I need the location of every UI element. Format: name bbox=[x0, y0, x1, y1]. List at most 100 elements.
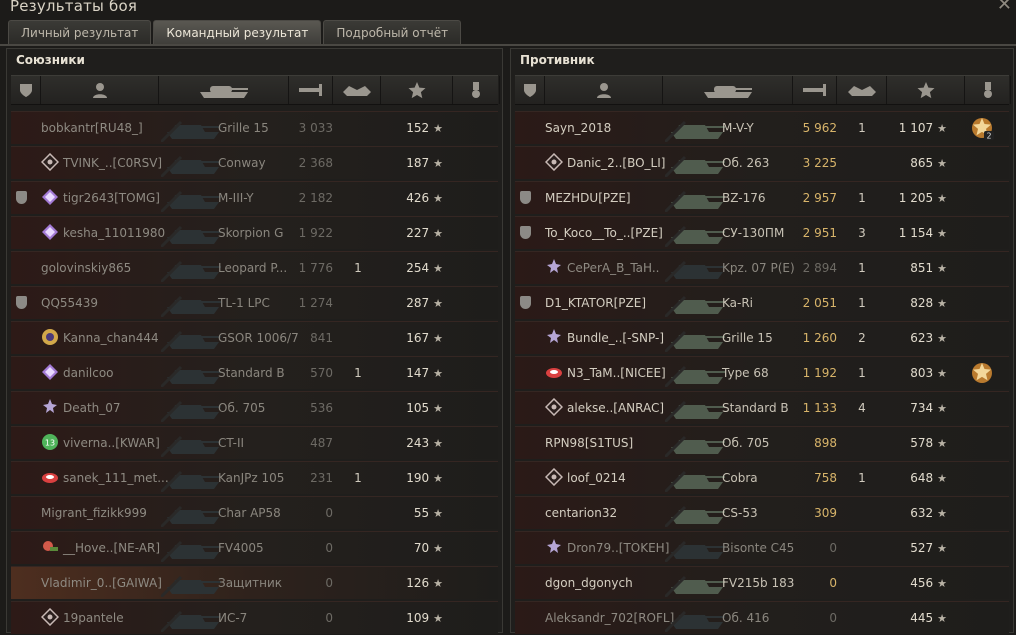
player-row[interactable]: D1_KTATOR[PZE] Ka-Ri 2 051 1 828 ★ bbox=[515, 286, 1009, 319]
star-icon: ★ bbox=[433, 542, 443, 555]
tab-personal[interactable]: Личный результат bbox=[8, 20, 152, 45]
player-row[interactable]: MEZHDU[PZE] BZ-176 2 957 1 1 205 ★ bbox=[515, 181, 1009, 214]
tab-detailed[interactable]: Подробный отчёт bbox=[323, 20, 462, 45]
column-header-tank-icon[interactable] bbox=[663, 76, 793, 104]
player-name[interactable]: MEZHDU[PZE] bbox=[545, 182, 631, 214]
tank-icon bbox=[159, 505, 221, 529]
player-name[interactable]: dgon_dgonych bbox=[545, 567, 633, 599]
player-name[interactable]: Vladimir_0..[GAIWA] bbox=[41, 567, 162, 599]
damage-value: 5 962 bbox=[802, 121, 837, 135]
achievement-medal[interactable]: 2 bbox=[969, 115, 995, 141]
tank-image bbox=[159, 359, 223, 389]
column-header-kills-icon[interactable] bbox=[333, 76, 381, 104]
player-row[interactable]: danilcoo Standard B 570 1 147 ★ bbox=[11, 356, 498, 389]
achievement-medal[interactable] bbox=[969, 360, 995, 386]
player-row[interactable]: RPN98[S1TUS] Об. 705 898 578 ★ bbox=[515, 426, 1009, 459]
damage-value: 0 bbox=[829, 541, 837, 555]
player-row[interactable]: Kanna_chan444 GSOR 1006/7 841 167 ★ bbox=[11, 321, 498, 354]
player-name[interactable]: Migrant_fizikk999 bbox=[41, 497, 147, 529]
player-name[interactable]: TVINK_..[C0RSV] bbox=[63, 147, 162, 179]
tank-image bbox=[159, 324, 223, 354]
tab-team[interactable]: Командный результат bbox=[153, 20, 322, 45]
player-name[interactable]: QQ55439 bbox=[41, 287, 98, 319]
player-row[interactable]: dgon_dgonych FV215b 183 0 456 ★ bbox=[515, 566, 1009, 599]
player-row[interactable]: Dron79..[TOKEH] Bisonte C45 0 527 ★ bbox=[515, 531, 1009, 564]
experience-cell: 243 ★ bbox=[383, 427, 443, 459]
player-row[interactable]: tigr2643[TOMG] M-III-Y 2 182 426 ★ bbox=[11, 181, 498, 214]
player-name[interactable]: bobkantr[RU48_] bbox=[41, 112, 143, 144]
column-header-player-icon[interactable] bbox=[41, 76, 159, 104]
player-name[interactable]: Kanna_chan444 bbox=[63, 322, 159, 354]
column-header-player-icon[interactable] bbox=[545, 76, 663, 104]
player-name[interactable]: 19pantele bbox=[63, 602, 124, 634]
player-row[interactable]: Vladimir_0..[GAIWA] Защитник 0 126 ★ bbox=[11, 566, 498, 599]
player-row[interactable]: To_Koco__To_..[PZE] СУ-130ПМ 2 951 3 1 154 ★ bbox=[515, 216, 1009, 249]
star-icon: ★ bbox=[937, 472, 947, 485]
player-name[interactable]: Aleksandr_702[ROFL] bbox=[545, 602, 674, 634]
tank-image bbox=[663, 254, 727, 284]
player-row[interactable]: kesha_11011980 Skorpion G1 922 227 ★ bbox=[11, 216, 498, 249]
player-row[interactable]: alekse..[ANRAC] Standard B1 133 4 734 ★ bbox=[515, 391, 1009, 424]
player-row[interactable]: 19pantele ИС-7 0 109 ★ bbox=[11, 601, 498, 634]
player-row[interactable]: QQ55439 TL-1 LPC 1 274 287 ★ bbox=[11, 286, 498, 319]
player-row[interactable]: __Hove..[NE-AR] FV4005 0 70 ★ bbox=[11, 531, 498, 564]
player-name[interactable]: danilcoo bbox=[63, 357, 114, 389]
column-header-star-icon[interactable] bbox=[887, 76, 965, 104]
player-row[interactable]: CePerA_B_TaH.. Kpz. 07 P(E) 2 894 1 851 ★ bbox=[515, 251, 1009, 284]
column-header-damage-icon[interactable] bbox=[289, 76, 333, 104]
player-row[interactable]: sanek_111_met... KanJPz 105 231 1 190 ★ bbox=[11, 461, 498, 494]
player-row[interactable]: centarion32 CS-53 309 632 ★ bbox=[515, 496, 1009, 529]
player-name[interactable]: loof_0214 bbox=[567, 462, 626, 494]
player-name[interactable]: tigr2643[TOMG] bbox=[63, 182, 160, 214]
player-name[interactable]: __Hove..[NE-AR] bbox=[63, 532, 160, 564]
player-row[interactable]: TVINK_..[C0RSV] Conway 2 368 187 ★ bbox=[11, 146, 498, 179]
column-header-star-icon[interactable] bbox=[381, 76, 453, 104]
player-name[interactable]: sanek_111_met... bbox=[63, 462, 169, 494]
column-header-squad-icon[interactable] bbox=[515, 76, 545, 104]
tank-icon bbox=[663, 435, 725, 459]
player-row[interactable]: golovinskiy865 Leopard P... 1 776 1 254 ★ bbox=[11, 251, 498, 284]
player-name[interactable]: To_Koco__To_..[PZE] bbox=[545, 217, 663, 249]
column-header-medal-icon[interactable] bbox=[453, 76, 500, 104]
player-name[interactable]: N3_TaM..[NICEE] bbox=[567, 357, 666, 389]
tank-icon bbox=[663, 610, 725, 634]
tank-icon bbox=[663, 365, 725, 389]
player-name[interactable]: RPN98[S1TUS] bbox=[545, 427, 633, 459]
close-icon[interactable]: ✕ bbox=[997, 0, 1012, 15]
player-row[interactable]: N3_TaM..[NICEE] Type 68 1 192 1 803 ★ bbox=[515, 356, 1009, 389]
player-row[interactable]: bobkantr[RU48_] Grille 15 3 033 152 ★ bbox=[11, 111, 498, 144]
experience-value: 55 bbox=[413, 506, 430, 520]
player-name[interactable]: Bundle_..[-SNP-] bbox=[567, 322, 664, 354]
column-header-squad-icon[interactable] bbox=[11, 76, 41, 104]
player-row[interactable]: Migrant_fizikk999 Char AP58 0 55 ★ bbox=[11, 496, 498, 529]
kills-value: 4 bbox=[858, 401, 866, 415]
column-header-medal-icon[interactable] bbox=[965, 76, 1011, 104]
allies-panel: Союзники bobkantr[RU48_] Grille 15 3 033 15… bbox=[6, 48, 503, 634]
player-name[interactable]: centarion32 bbox=[545, 497, 617, 529]
player-row[interactable]: loof_0214 Cobra 758 1 648 ★ bbox=[515, 461, 1009, 494]
player-row[interactable]: 13 viverna..[KWAR] CT-II 487 243 ★ bbox=[11, 426, 498, 459]
player-name[interactable]: Sayn_2018 bbox=[545, 112, 611, 144]
player-name[interactable]: viverna..[KWAR] bbox=[63, 427, 160, 459]
column-header-kills-icon[interactable] bbox=[837, 76, 887, 104]
player-name[interactable]: D1_KTATOR[PZE] bbox=[545, 287, 646, 319]
column-header-tank-icon[interactable] bbox=[159, 76, 289, 104]
player-name[interactable]: CePerA_B_TaH.. bbox=[567, 252, 659, 284]
tank-image bbox=[159, 569, 223, 599]
player-name[interactable]: Death_07 bbox=[63, 392, 121, 424]
tank-icon bbox=[159, 120, 221, 144]
player-name[interactable]: alekse..[ANRAC] bbox=[567, 392, 664, 424]
player-name[interactable]: golovinskiy865 bbox=[41, 252, 131, 284]
player-row[interactable]: Aleksandr_702[ROFL] Об. 416 0 445 ★ bbox=[515, 601, 1009, 634]
column-header-damage-icon[interactable] bbox=[793, 76, 837, 104]
player-name[interactable]: Dron79..[TOKEH] bbox=[567, 532, 669, 564]
player-name[interactable]: kesha_11011980 bbox=[63, 217, 165, 249]
player-row[interactable]: Danic_2..[BO_LI] Об. 263 3 225 865 ★ bbox=[515, 146, 1009, 179]
player-row[interactable]: Death_07 Об. 705 536 105 ★ bbox=[11, 391, 498, 424]
player-row[interactable]: Bundle_..[-SNP-] Grille 15 1 260 2 623 ★ bbox=[515, 321, 1009, 354]
player-name[interactable]: Danic_2..[BO_LI] bbox=[567, 147, 665, 179]
experience-value: 851 bbox=[910, 261, 934, 275]
player-row[interactable]: Sayn_2018 M-V-Y 5 962 1 1 107 ★ 2 bbox=[515, 111, 1009, 144]
clan-mark bbox=[545, 328, 563, 346]
star-icon: ★ bbox=[433, 122, 443, 135]
